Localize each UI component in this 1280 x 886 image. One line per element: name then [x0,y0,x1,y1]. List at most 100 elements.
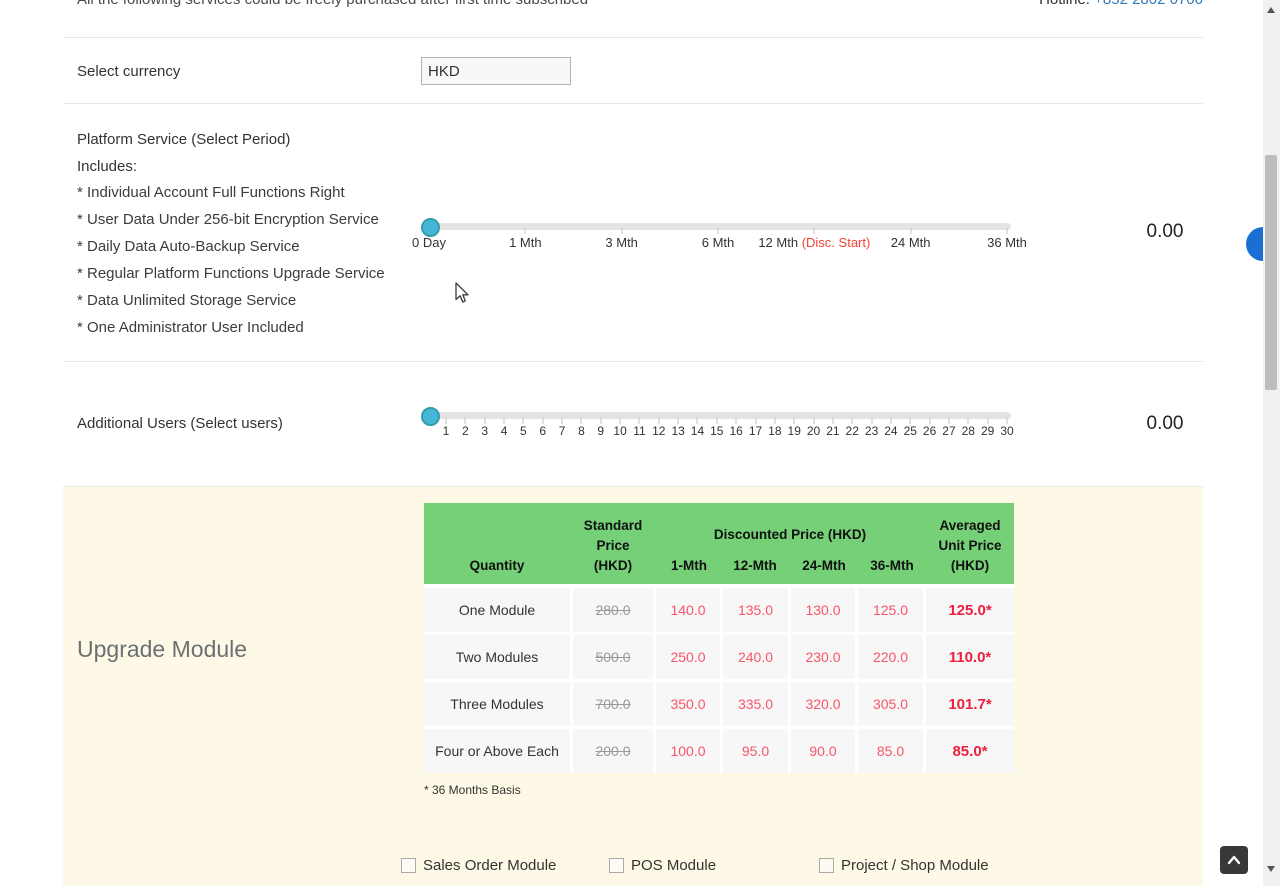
users-tick-label: 6 [539,424,546,438]
users-tick-label: 27 [942,424,955,438]
additional-users-label: Additional Users (Select users) [77,415,283,432]
users-tick-label: 20 [807,424,820,438]
checkbox-icon[interactable] [819,858,834,873]
col-1mth: 1-Mth [671,558,707,573]
scroll-to-top-button[interactable] [1220,846,1248,874]
discount-price-cell: 95.0 [723,729,788,773]
mouse-cursor [452,281,470,305]
users-tick-label: 4 [501,424,508,438]
users-tick-label: 1 [443,424,450,438]
users-slider-handle[interactable] [421,407,440,426]
users-tick-label: 11 [633,424,645,438]
platform-feature: * One Administrator User Included [77,314,385,341]
hotline-number[interactable]: +852 2802 0700 [1094,0,1203,8]
period-tick [910,228,911,234]
disc-start-note: (Disc. Start) [802,235,871,250]
platform-feature: * Data Unlimited Storage Service [77,287,385,314]
period-stop-text: 6 Mth [702,235,735,250]
period-stop-label: 12 Mth (Disc. Start) [758,235,870,250]
quantity-cell: Three Modules [424,682,570,726]
users-tick-label: 29 [981,424,994,438]
discount-price-cell: 350.0 [656,682,720,726]
users-tick-label: 30 [1000,424,1013,438]
col-24mth: 24-Mth [802,558,846,573]
platform-amount: 0.00 [1125,221,1205,243]
users-tick-label: 13 [671,424,684,438]
period-tick [1007,228,1008,234]
table-footnote: * 36 Months Basis [424,783,521,797]
discount-price-cell: 130.0 [791,588,855,632]
pricing-table-header: Quantity Standard Price (HKD) Discounted… [424,503,1014,584]
currency-label: Select currency [77,63,180,80]
discount-price-cell: 85.0 [858,729,923,773]
col-quantity: Quantity [470,558,525,573]
quantity-cell: Two Modules [424,635,570,679]
averaged-price-cell: 85.0* [926,729,1014,773]
checkbox-icon[interactable] [401,858,416,873]
col-12mth: 12-Mth [733,558,777,573]
users-slider[interactable]: 1234567891011121314151617181920212223242… [421,409,1011,455]
pricing-page: All the following services could be free… [0,0,1280,886]
discount-price-cell: 230.0 [791,635,855,679]
scrollbar[interactable] [1263,0,1280,886]
period-tick [718,228,719,234]
discount-price-cell: 240.0 [723,635,788,679]
col-standard-price: Standard Price (HKD) [584,516,643,576]
period-tick [814,228,815,234]
users-tick-label: 14 [691,424,704,438]
period-slider-handle[interactable] [421,218,440,237]
platform-feature: * Regular Platform Functions Upgrade Ser… [77,260,385,287]
quantity-cell: One Module [424,588,570,632]
period-stop-label: 1 Mth [509,235,542,250]
users-tick-label: 5 [520,424,527,438]
scrollbar-up-icon[interactable] [1267,7,1275,13]
users-tick-label: 8 [578,424,585,438]
period-stop-text: 24 Mth [891,235,931,250]
standard-price-cell: 700.0 [573,682,653,726]
scrollbar-thumb[interactable] [1265,155,1277,390]
period-stop-text: 1 Mth [509,235,542,250]
averaged-price-cell: 101.7* [926,682,1014,726]
platform-feature-list: * Individual Account Full Functions Righ… [77,179,385,341]
period-stop-label: 36 Mth [987,235,1027,250]
users-tick-label: 12 [652,424,665,438]
discount-price-cell: 250.0 [656,635,720,679]
period-slider[interactable]: 0 Day1 Mth3 Mth6 Mth12 Mth (Disc. Start)… [421,219,1011,265]
discount-price-cell: 125.0 [858,588,923,632]
col-averaged-unit-price: Averaged Unit Price (HKD) [938,516,1001,576]
col-discounted-group: Discounted Price (HKD) [714,527,866,542]
users-slider-stops: 1234567891011121314151617181920212223242… [446,409,1007,455]
users-tick-label: 17 [749,424,762,438]
standard-price-cell: 200.0 [573,729,653,773]
platform-feature: * Daily Data Auto-Backup Service [77,233,385,260]
period-stop-text: 3 Mth [605,235,638,250]
period-tick [525,228,526,234]
discount-price-cell: 135.0 [723,588,788,632]
module-checkbox-label: POS Module [631,857,716,874]
scrollbar-down-icon[interactable] [1267,866,1275,872]
module-checkbox-item[interactable]: Project / Shop Module [819,857,989,874]
currency-input[interactable] [421,57,571,85]
divider [63,103,1203,104]
discount-price-cell: 305.0 [858,682,923,726]
users-tick-label: 24 [884,424,897,438]
standard-price-cell: 280.0 [573,588,653,632]
platform-includes-label: Includes: [77,158,137,175]
period-stop-text: 12 Mth [758,235,798,250]
checkbox-icon[interactable] [609,858,624,873]
users-tick-label: 26 [923,424,936,438]
module-checkbox-item[interactable]: Sales Order Module [401,857,556,874]
users-tick-label: 10 [613,424,626,438]
users-tick-label: 22 [846,424,859,438]
discount-price-cell: 320.0 [791,682,855,726]
top-note: All the following services could be free… [77,0,588,8]
period-stop-label: 0 Day [412,235,446,250]
pricing-table-body: One Module280.0140.0135.0130.0125.0125.0… [424,588,1014,773]
additional-users-amount: 0.00 [1125,413,1205,435]
period-stop-text: 0 Day [412,235,446,250]
averaged-price-cell: 110.0* [926,635,1014,679]
hotline-label: Hotline: [1039,0,1090,8]
module-checkbox-item[interactable]: POS Module [609,857,716,874]
period-stop-label: 6 Mth [702,235,735,250]
chevron-up-icon [1224,850,1244,870]
